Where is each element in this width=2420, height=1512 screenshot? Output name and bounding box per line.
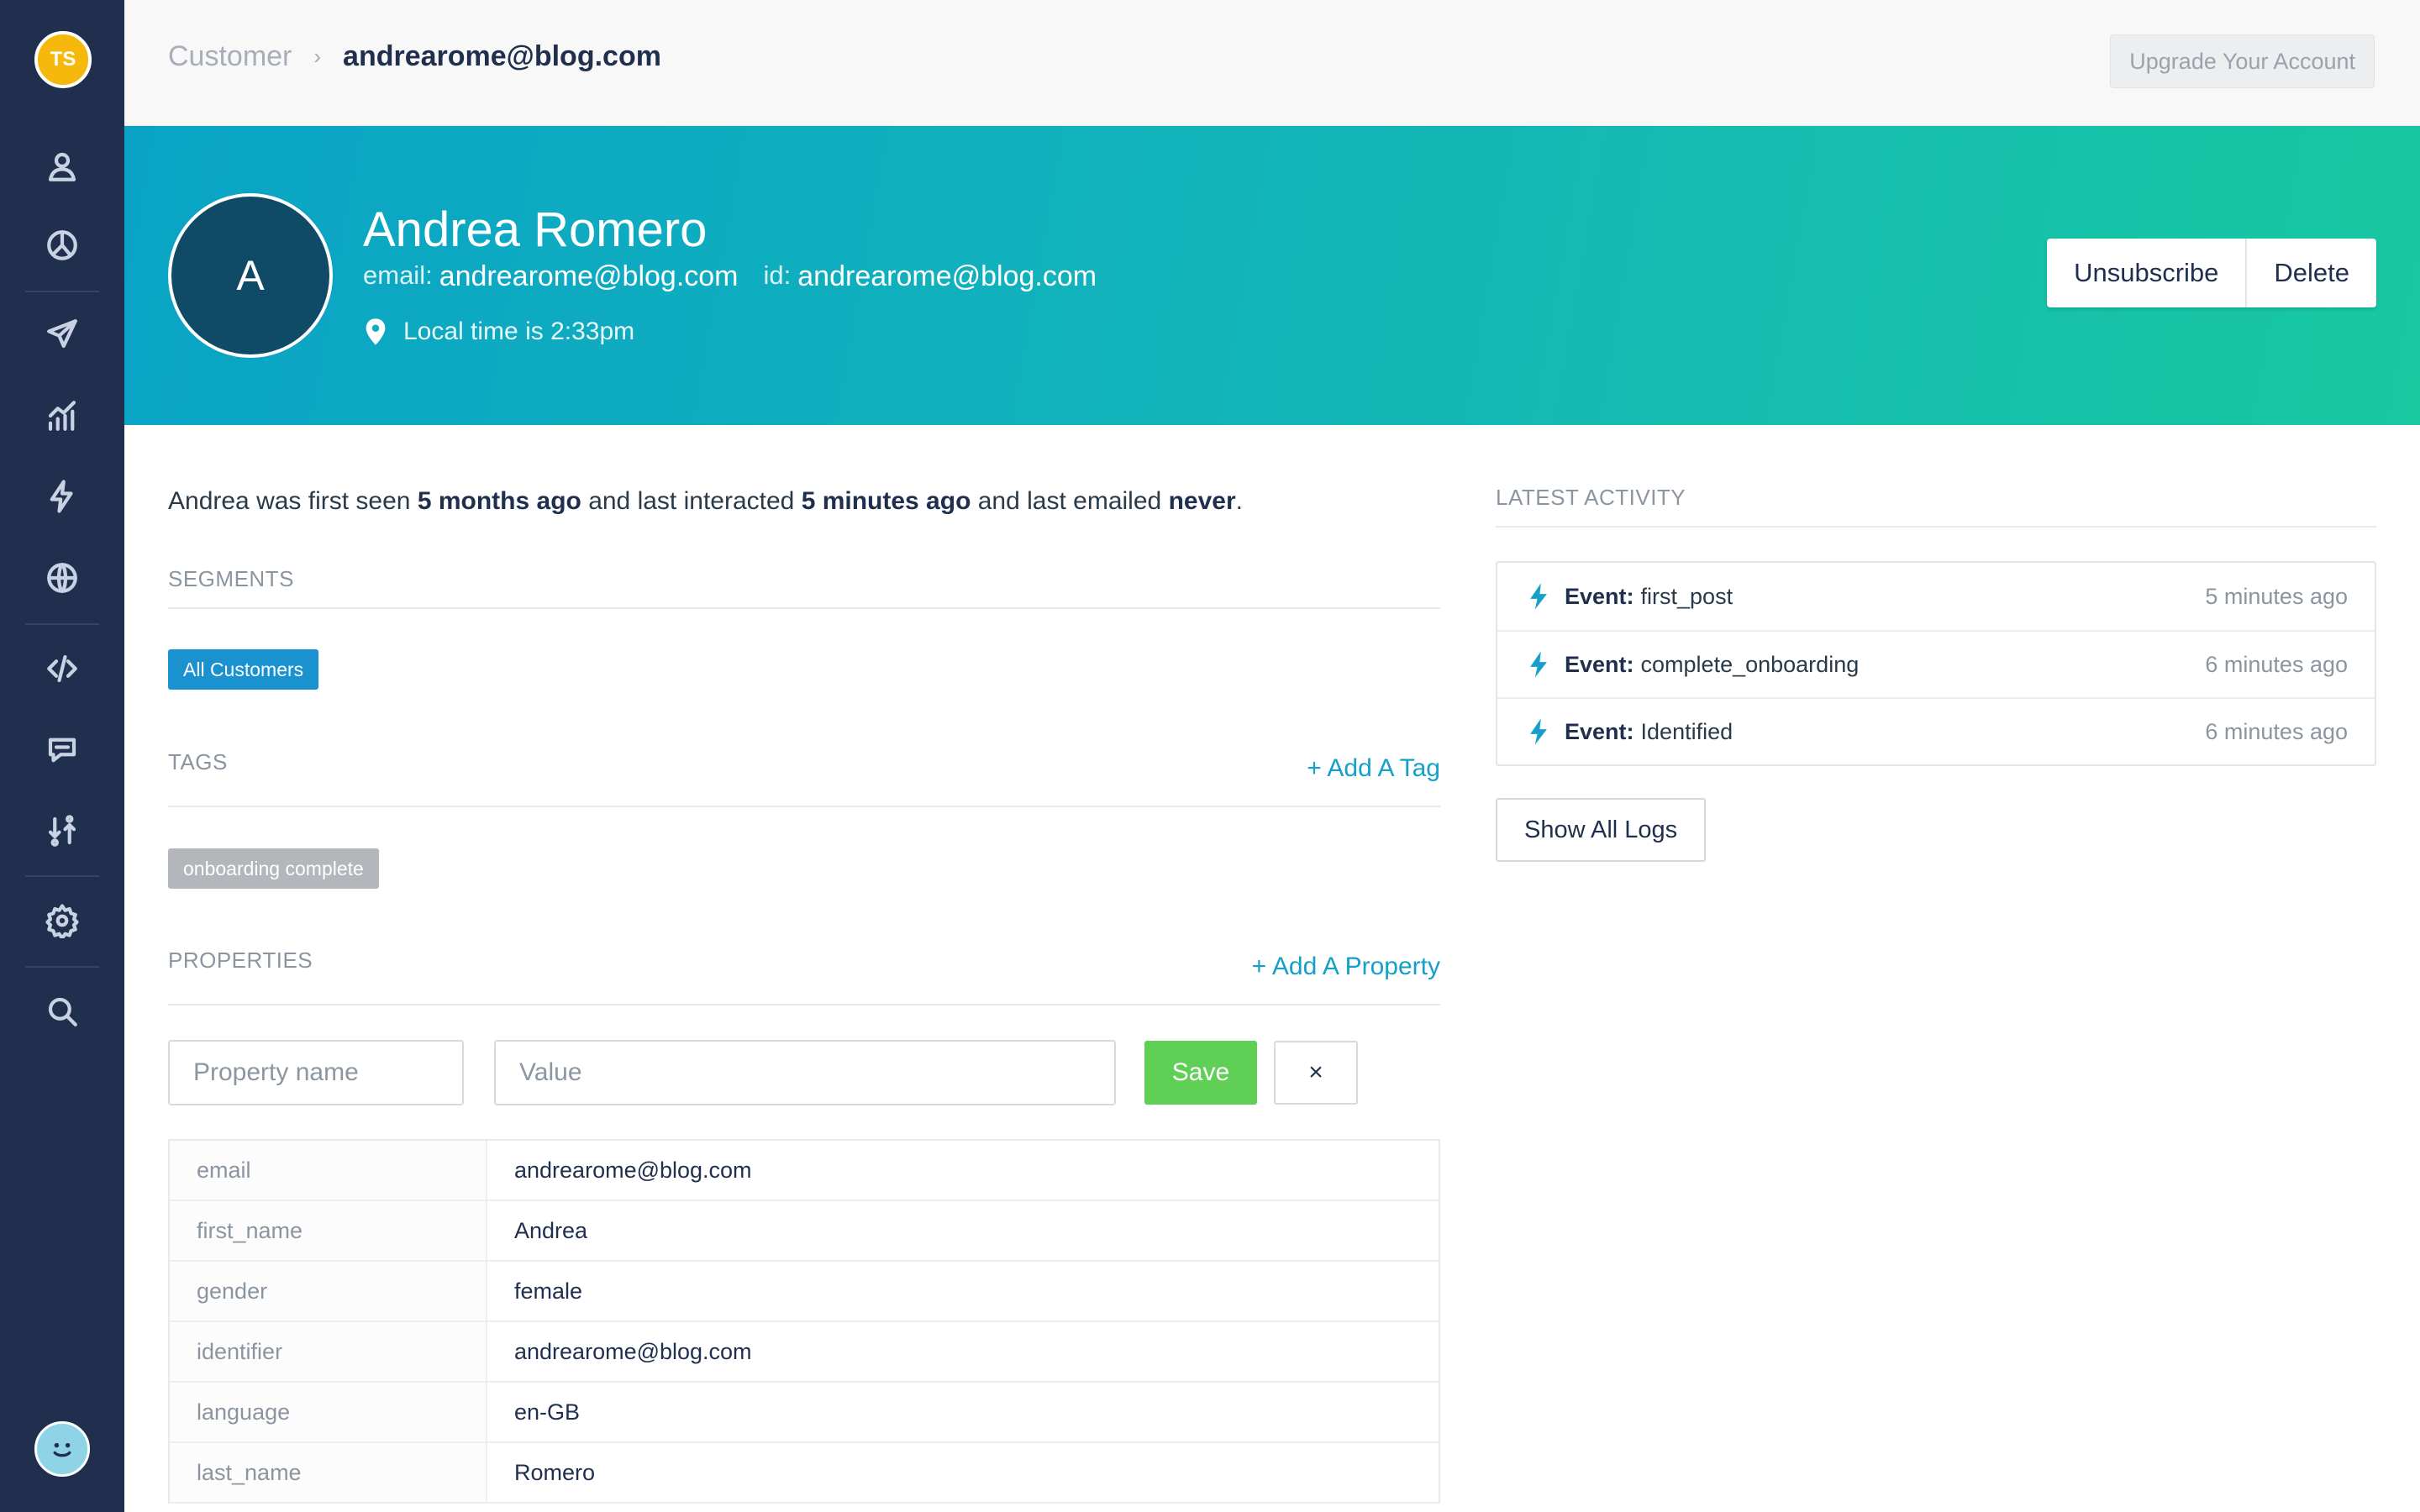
globe-icon[interactable]	[39, 554, 86, 601]
summary-text: Andrea was first seen	[168, 487, 411, 515]
customer-id: andrearome@blog.com	[797, 260, 1097, 292]
tags-divider	[168, 806, 1440, 807]
property-name-input[interactable]	[168, 1040, 464, 1105]
customer-name: Andrea Romero	[363, 202, 708, 257]
id-label: id:	[763, 260, 792, 290]
sidebar-divider	[25, 623, 99, 625]
breadcrumb-customer-link[interactable]: Customer	[168, 40, 292, 73]
property-key: first_name	[170, 1201, 487, 1260]
property-key: identifier	[170, 1322, 487, 1381]
table-row: last_name Romero	[170, 1443, 1439, 1504]
person-icon[interactable]	[39, 143, 86, 190]
table-row: language en-GB	[170, 1383, 1439, 1443]
properties-table: email andrearome@blog.com first_name And…	[168, 1139, 1440, 1504]
trend-chart-icon[interactable]	[39, 392, 86, 439]
last-interacted-value: 5 minutes ago	[801, 487, 971, 515]
profile-hero: A Andrea Romero email: andrearome@blog.c…	[124, 126, 2420, 425]
local-time: Local time is 2:33pm	[363, 318, 634, 346]
property-value[interactable]: female	[487, 1262, 582, 1320]
property-value[interactable]: Andrea	[487, 1201, 587, 1260]
property-key: gender	[170, 1262, 487, 1320]
last-emailed-value: never	[1168, 487, 1236, 515]
pie-chart-icon[interactable]	[39, 222, 86, 269]
properties-title: PROPERTIES	[168, 948, 313, 973]
code-icon[interactable]	[39, 645, 86, 692]
event-name: complete_onboarding	[1640, 651, 1860, 677]
chat-bubble-icon[interactable]	[39, 727, 86, 774]
save-property-button[interactable]: Save	[1144, 1041, 1257, 1105]
smiley-icon	[53, 1442, 71, 1457]
activity-list: Event: first_post 5 minutes ago Event: c…	[1496, 561, 2376, 766]
properties-divider	[168, 1004, 1440, 1005]
property-value[interactable]: Romero	[487, 1443, 595, 1502]
sidebar-divider	[25, 966, 99, 968]
property-key: last_name	[170, 1443, 487, 1502]
summary-text: and last emailed	[977, 487, 1162, 515]
summary-text: and last interacted	[588, 487, 795, 515]
customer-avatar: A	[168, 193, 333, 358]
chevron-right-icon: ›	[313, 44, 322, 69]
email-label: email:	[363, 260, 433, 290]
property-value-input[interactable]	[494, 1040, 1116, 1105]
table-row: email andrearome@blog.com	[170, 1141, 1439, 1201]
event-time: 6 minutes ago	[2205, 718, 2348, 744]
table-row: identifier andrearome@blog.com	[170, 1322, 1439, 1383]
profile-actions: Unsubscribe Delete	[2047, 239, 2376, 307]
user-avatar[interactable]: TS	[34, 31, 92, 88]
event-time: 6 minutes ago	[2205, 651, 2348, 677]
sidebar: TS	[0, 0, 124, 1512]
summary-text: .	[1235, 487, 1243, 515]
property-key: language	[170, 1383, 487, 1441]
property-key: email	[170, 1141, 487, 1200]
add-property-link[interactable]: + Add A Property	[1252, 953, 1440, 981]
show-all-logs-button[interactable]: Show All Logs	[1496, 798, 1707, 862]
property-value[interactable]: andrearome@blog.com	[487, 1141, 752, 1200]
breadcrumb: Customer › andrearome@blog.com	[168, 40, 661, 73]
activity-summary: Andrea was first seen 5 months ago and l…	[168, 487, 1243, 516]
event-name: Identified	[1640, 718, 1733, 744]
latest-activity-title: LATEST ACTIVITY	[1496, 485, 1686, 510]
event-label: Event:	[1565, 583, 1634, 609]
breadcrumb-current: andrearome@blog.com	[343, 40, 661, 72]
property-value[interactable]: en-GB	[487, 1383, 580, 1441]
lightning-icon	[1530, 583, 1547, 610]
table-row: first_name Andrea	[170, 1201, 1439, 1262]
local-time-text: Local time is 2:33pm	[403, 318, 635, 345]
top-header: Customer › andrearome@blog.com Upgrade Y…	[124, 0, 2420, 126]
property-value[interactable]: andrearome@blog.com	[487, 1322, 752, 1381]
first-seen-value: 5 months ago	[417, 487, 581, 515]
delete-button[interactable]: Delete	[2245, 239, 2376, 307]
customer-identifiers: email: andrearome@blog.com id: andrearom…	[363, 260, 1122, 293]
search-icon[interactable]	[39, 988, 86, 1035]
list-item[interactable]: Event: first_post 5 minutes ago	[1497, 563, 2375, 630]
gear-icon[interactable]	[39, 897, 86, 944]
segment-chip[interactable]: All Customers	[168, 649, 319, 690]
close-icon[interactable]: ×	[1274, 1041, 1358, 1105]
event-time: 5 minutes ago	[2205, 583, 2348, 609]
paper-plane-icon[interactable]	[39, 311, 86, 358]
tag-chip[interactable]: onboarding complete	[168, 848, 379, 889]
sidebar-divider	[25, 291, 99, 292]
map-pin-icon	[366, 318, 386, 345]
event-label: Event:	[1565, 718, 1634, 744]
activity-divider	[1496, 526, 2376, 528]
tags-title: TAGS	[168, 749, 228, 774]
lightning-icon[interactable]	[39, 473, 86, 520]
unsubscribe-button[interactable]: Unsubscribe	[2047, 239, 2245, 307]
list-item[interactable]: Event: Identified 6 minutes ago	[1497, 697, 2375, 764]
sort-arrows-icon[interactable]	[39, 807, 86, 854]
support-bot-avatar[interactable]	[34, 1421, 90, 1477]
segments-title: SEGMENTS	[168, 566, 294, 591]
upgrade-account-button[interactable]: Upgrade Your Account	[2110, 34, 2375, 88]
sidebar-divider	[25, 875, 99, 877]
lightning-icon	[1530, 651, 1547, 678]
list-item[interactable]: Event: complete_onboarding 6 minutes ago	[1497, 630, 2375, 697]
event-name: first_post	[1640, 583, 1733, 609]
event-label: Event:	[1565, 651, 1634, 677]
table-row: gender female	[170, 1262, 1439, 1322]
segments-divider	[168, 607, 1440, 609]
add-tag-link[interactable]: + Add A Tag	[1307, 754, 1440, 783]
lightning-icon	[1530, 718, 1547, 745]
customer-email: andrearome@blog.com	[439, 260, 739, 292]
